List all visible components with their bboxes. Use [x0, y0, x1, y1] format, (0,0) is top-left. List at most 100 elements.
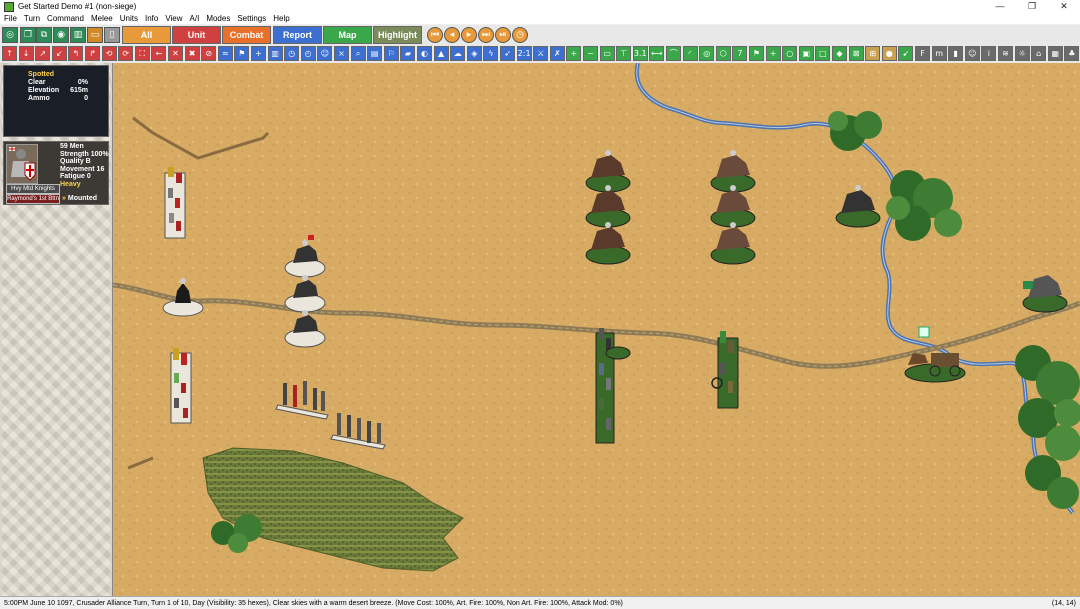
arrow-up-right-icon[interactable]: ↗ [35, 46, 51, 61]
menu-command[interactable]: Command [43, 13, 87, 24]
menu-ai[interactable]: A/I [186, 13, 203, 24]
wind-icon[interactable]: ≈ [217, 46, 233, 61]
building-icon[interactable]: ▦ [1047, 46, 1063, 61]
m-icon[interactable]: m [931, 46, 947, 61]
unit-infantry[interactable] [170, 348, 192, 424]
banner-icon[interactable]: ▰ [400, 46, 416, 61]
close-icon[interactable]: ✖ [184, 46, 200, 61]
close-button[interactable]: ✕ [1048, 0, 1080, 13]
range-label[interactable]: 3.1 [632, 46, 648, 61]
shield-icon[interactable]: ◈ [466, 46, 482, 61]
layers-icon[interactable]: ❐ [20, 27, 36, 43]
menu-view[interactable]: View [161, 13, 185, 24]
diamond-icon[interactable]: ◆ [832, 46, 847, 61]
tab-highlight[interactable]: Highlight [373, 26, 422, 44]
cross-swords-icon[interactable]: ✕ [168, 46, 183, 61]
clock-icon[interactable]: ◷ [512, 27, 528, 43]
last-turn-icon[interactable]: ⏭ [478, 27, 494, 43]
arrow-down-left-icon[interactable]: ↙ [51, 46, 67, 61]
flag-icon[interactable]: ⚑ [234, 46, 250, 61]
frame-icon[interactable]: □ [815, 46, 831, 61]
block-icon[interactable]: ⊘ [201, 46, 217, 61]
wheel-left-icon[interactable]: ⟲ [101, 46, 117, 61]
village-icon[interactable]: ⌂ [1031, 46, 1047, 61]
lock-icon[interactable]: ▯ [104, 27, 120, 43]
eye-icon[interactable]: ◉ [53, 27, 69, 43]
prev-turn-icon[interactable]: ◂ [444, 27, 460, 43]
book-icon[interactable]: ▥ [267, 46, 283, 61]
minimize-button[interactable]: — [984, 0, 1016, 13]
alarm-icon[interactable]: ◴ [300, 46, 316, 61]
unit-info-panel[interactable]: 59 Men Strength 100% Quality B Movement … [3, 141, 109, 205]
hex-icon[interactable]: ⬡ [715, 46, 731, 61]
circle-icon[interactable]: ○ [782, 46, 798, 61]
book-icon[interactable]: ▥ [70, 27, 86, 43]
plus-icon[interactable]: + [566, 46, 582, 61]
fullscreen-icon[interactable]: ⛶ [134, 46, 150, 61]
moon-icon[interactable]: ◐ [417, 46, 432, 61]
face-icon[interactable]: ☺ [964, 46, 980, 61]
target-icon[interactable]: ◎ [2, 27, 18, 43]
ratio-label[interactable]: 2:1 [516, 46, 532, 61]
tab-all[interactable]: All [122, 26, 171, 44]
coin-icon[interactable]: ● [881, 46, 897, 61]
melee-icon[interactable]: ⚔ [533, 46, 549, 61]
target-icon[interactable]: ◎ [699, 46, 715, 61]
bridge-icon[interactable]: ⌒ [666, 46, 681, 61]
distance-icon[interactable]: ⟷ [649, 46, 665, 61]
arrow-icon[interactable]: ➶ [500, 46, 515, 61]
tab-unit[interactable]: Unit [172, 26, 221, 44]
label-icon[interactable]: ▣ [798, 46, 814, 61]
display-icon[interactable]: ▭ [87, 27, 103, 43]
menu-turn[interactable]: Turn [20, 13, 43, 24]
info-icon[interactable]: i [981, 46, 997, 61]
menu-file[interactable]: File [0, 13, 20, 24]
copy-icon[interactable]: ⧉ [36, 27, 52, 43]
disband-icon[interactable]: ☺ [317, 46, 333, 61]
maximize-button[interactable]: ❐ [1016, 0, 1048, 13]
lightning-icon[interactable]: ϟ [483, 46, 499, 61]
arrow-down-icon[interactable]: ↓ [18, 46, 34, 61]
arrow-left-icon[interactable]: ← [151, 46, 167, 61]
terrain-icon[interactable]: ⊠ [848, 46, 864, 61]
menu-info[interactable]: Info [141, 13, 161, 24]
map-canvas[interactable] [113, 63, 1080, 596]
plus-icon[interactable]: + [251, 46, 266, 61]
tab-combat[interactable]: Combat [222, 26, 271, 44]
unit-infantry[interactable] [164, 167, 186, 239]
search-icon[interactable]: ⌕ [350, 46, 366, 61]
tab-report[interactable]: Report [273, 26, 322, 44]
grid-icon[interactable]: ⊞ [865, 46, 881, 61]
bird-icon[interactable]: ➹ [898, 46, 914, 61]
lock-icon[interactable]: ▮ [948, 46, 964, 61]
menu-modes[interactable]: Modes [202, 13, 233, 24]
cross-icon[interactable]: × [334, 46, 349, 61]
flag-icon[interactable]: ⚑ [749, 46, 764, 61]
rally-icon[interactable]: ⚐ [383, 46, 399, 61]
menu-melee[interactable]: Melee [87, 13, 116, 24]
clipboard-icon[interactable]: ▤ [367, 46, 383, 61]
tab-map[interactable]: Map [323, 26, 372, 44]
plus-icon[interactable]: + [765, 46, 781, 61]
curve-icon[interactable]: ◜ [682, 46, 698, 61]
signpost-icon[interactable]: ⊤ [616, 46, 632, 61]
battle-map[interactable] [113, 63, 1080, 596]
menu-settings[interactable]: Settings [233, 13, 269, 24]
first-turn-icon[interactable]: ⏮ [427, 27, 443, 43]
cancel-icon[interactable]: ✗ [549, 46, 565, 61]
water-icon[interactable]: ≋ [998, 46, 1013, 61]
menu-help[interactable]: Help [269, 13, 292, 24]
step-icon[interactable]: ⏯ [495, 27, 511, 43]
arrow-up-icon[interactable]: ↑ [2, 46, 17, 61]
fire-icon[interactable]: ▲ [433, 46, 449, 61]
wheel-right-icon[interactable]: ⟳ [118, 46, 134, 61]
screen-icon[interactable]: ▭ [599, 46, 615, 61]
next-turn-icon[interactable]: ▸ [461, 27, 477, 43]
clock-icon[interactable]: ◷ [284, 46, 300, 61]
menu-units[interactable]: Units [116, 13, 141, 24]
F-icon[interactable]: F [915, 46, 930, 61]
turn-right-icon[interactable]: ↱ [85, 46, 100, 61]
count-label[interactable]: 7 [732, 46, 748, 61]
minus-icon[interactable]: − [583, 46, 598, 61]
weather-icon[interactable]: ☼ [1014, 46, 1030, 61]
